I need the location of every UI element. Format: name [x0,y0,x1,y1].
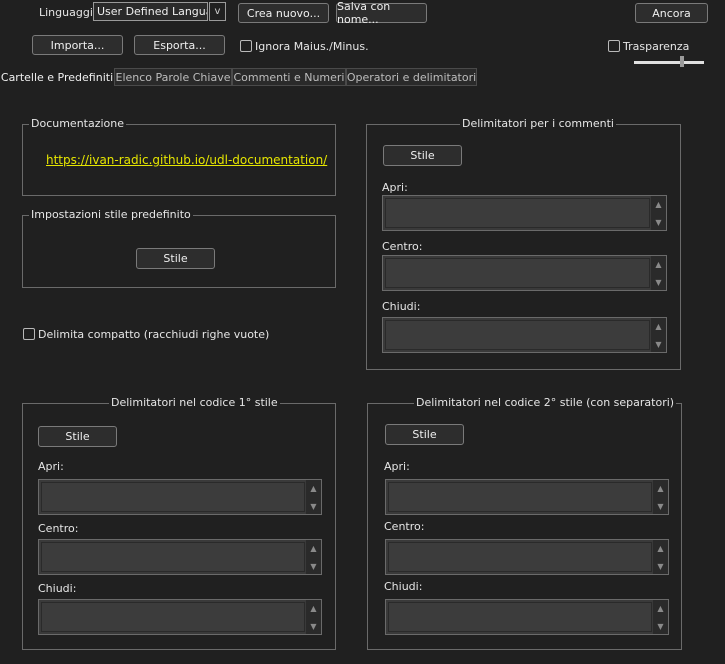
code-style1-middle-label: Centro: [38,522,79,535]
language-label: Linguaggio [39,6,100,19]
arrow-down-icon[interactable]: ▼ [653,560,668,572]
code-style2-style-button[interactable]: Stile [385,424,464,445]
arrow-up-icon[interactable]: ▲ [653,482,668,494]
arrow-up-icon[interactable]: ▲ [653,542,668,554]
comment-middle-field[interactable]: ▲ ▼ [382,255,667,291]
comment-close-field[interactable]: ▲ ▼ [382,317,667,353]
ignore-case-label: Ignora Maius./Minus. [255,40,369,53]
code-style2-open-field[interactable]: ▲ ▼ [385,479,669,515]
language-select[interactable]: User Defined Languag [93,2,208,21]
arrow-down-icon[interactable]: ▼ [651,216,666,228]
transparency-label: Trasparenza [623,40,690,53]
import-button[interactable]: Importa... [32,35,123,55]
export-button[interactable]: Esporta... [134,35,225,55]
documentation-group: Documentazione https://ivan-radic.github… [22,117,336,196]
compact-fold-label: Delimita compatto (racchiudi righe vuote… [38,328,270,341]
arrow-down-icon[interactable]: ▼ [306,620,321,632]
tab-keywords[interactable]: Elenco Parole Chiave [114,68,232,86]
code-style1-open-label: Apri: [38,460,64,473]
tab-operators-delimiters[interactable]: Operatori e delimitatori [346,68,477,86]
comment-close-label: Chiudi: [382,300,421,313]
code-style2-middle-label: Centro: [384,520,425,533]
arrow-up-icon[interactable]: ▲ [306,602,321,614]
save-as-button[interactable]: Salva con nome... [336,0,427,26]
dock-button[interactable]: Ancora [635,3,708,23]
comment-middle-label: Centro: [382,240,423,253]
transparency-checkbox[interactable] [608,40,620,52]
comment-delimiters-group: Delimitatori per i commenti Stile Apri: … [366,117,681,370]
default-style-group: Impostazioni stile predefinito Stile [22,208,336,288]
arrow-up-icon[interactable]: ▲ [306,542,321,554]
arrow-up-icon[interactable]: ▲ [653,602,668,614]
arrow-down-icon[interactable]: ▼ [653,620,668,632]
compact-fold-checkbox[interactable] [23,328,35,340]
documentation-title: Documentazione [29,117,127,130]
transparency-slider[interactable] [634,61,704,64]
arrow-up-icon[interactable]: ▲ [651,198,666,210]
code-style2-close-field[interactable]: ▲ ▼ [385,599,669,635]
ignore-case-checkbox[interactable] [240,40,252,52]
code-style1-middle-field[interactable]: ▲ ▼ [38,539,322,575]
arrow-down-icon[interactable]: ▼ [651,276,666,288]
tab-comments-numbers[interactable]: Commenti e Numeri [232,68,346,86]
arrow-down-icon[interactable]: ▼ [306,500,321,512]
code-style2-middle-field[interactable]: ▲ ▼ [385,539,669,575]
code-style1-style-button[interactable]: Stile [38,426,117,447]
chevron-down-icon[interactable]: v [209,2,226,21]
arrow-up-icon[interactable]: ▲ [306,482,321,494]
comment-open-label: Apri: [382,181,408,194]
arrow-up-icon[interactable]: ▲ [651,320,666,332]
transparency-slider-thumb[interactable] [680,56,685,67]
arrow-down-icon[interactable]: ▼ [651,338,666,350]
code-style2-title: Delimitatori nel codice 2° stile (con se… [414,396,677,409]
default-style-button[interactable]: Stile [136,248,215,269]
code-style2-group: Delimitatori nel codice 2° stile (con se… [367,396,682,650]
code-style1-close-label: Chiudi: [38,582,77,595]
code-style1-group: Delimitatori nel codice 1° stile Stile A… [22,396,336,650]
default-style-title: Impostazioni stile predefinito [29,208,193,221]
code-style1-close-field[interactable]: ▲ ▼ [38,599,322,635]
arrow-down-icon[interactable]: ▼ [306,560,321,572]
code-style1-title: Delimitatori nel codice 1° stile [109,396,280,409]
arrow-down-icon[interactable]: ▼ [653,500,668,512]
code-style1-open-field[interactable]: ▲ ▼ [38,479,322,515]
arrow-up-icon[interactable]: ▲ [651,258,666,270]
code-style2-open-label: Apri: [384,460,410,473]
documentation-link[interactable]: https://ivan-radic.github.io/udl-documen… [46,153,327,167]
create-new-button[interactable]: Crea nuovo... [238,3,329,23]
comment-open-field[interactable]: ▲ ▼ [382,195,667,231]
tab-folders-defaults[interactable]: Cartelle e Predefiniti [0,68,114,86]
code-style2-close-label: Chiudi: [384,580,423,593]
comment-style-button[interactable]: Stile [383,145,462,166]
comment-delimiters-title: Delimitatori per i commenti [460,117,616,130]
